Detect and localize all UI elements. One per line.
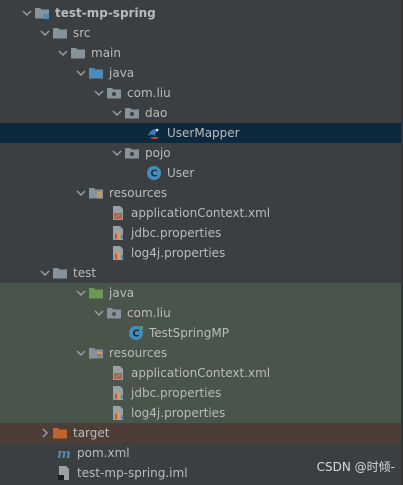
chevron-down-icon[interactable]	[92, 83, 106, 103]
folder-icon	[52, 265, 68, 281]
tree-item-label: pojo	[145, 146, 171, 160]
svg-text:m: m	[57, 447, 71, 461]
package-icon	[106, 85, 122, 101]
folder-icon	[52, 25, 68, 41]
tree-item-appctx-main[interactable]: applicationContext.xml	[0, 203, 403, 223]
tree-item-label: test	[73, 266, 97, 280]
chevron-down-icon[interactable]	[20, 3, 34, 23]
tree-item-usermapper[interactable]: UserMapper	[0, 123, 403, 143]
tree-item-main[interactable]: main	[0, 43, 403, 63]
tree-item-java-main[interactable]: java	[0, 63, 403, 83]
tree-item-test[interactable]: test	[0, 263, 403, 283]
folder-icon	[70, 45, 86, 61]
chevron-down-icon[interactable]	[110, 143, 124, 163]
chevron-right-icon[interactable]	[38, 423, 52, 443]
package-icon	[124, 105, 140, 121]
tree-item-label: UserMapper	[167, 126, 240, 140]
properties-file-icon	[110, 245, 126, 261]
tree-item-label: jdbc.properties	[131, 386, 222, 400]
chevron-down-icon[interactable]	[74, 63, 88, 83]
spring-xml-icon	[110, 365, 126, 381]
tree-item-label: dao	[145, 106, 168, 120]
tree-item-src[interactable]: src	[0, 23, 403, 43]
tree-item-appctx-test[interactable]: applicationContext.xml	[0, 363, 403, 383]
tree-item-pojo[interactable]: pojo	[0, 143, 403, 163]
tree-item-jdbc-main[interactable]: jdbc.properties	[0, 223, 403, 243]
excluded-folder-icon	[52, 425, 68, 441]
tree-item-label: TestSpringMP	[149, 326, 229, 340]
test-resources-folder-icon	[88, 345, 104, 361]
module-folder-icon	[34, 5, 50, 21]
chevron-down-icon[interactable]	[74, 183, 88, 203]
chevron-down-icon[interactable]	[38, 263, 52, 283]
svg-text:C: C	[132, 329, 139, 340]
svg-text:C: C	[150, 169, 157, 180]
tree-item-label: test-mp-spring.iml	[77, 466, 188, 480]
properties-file-icon	[110, 385, 126, 401]
tree-item-java-test[interactable]: java	[0, 283, 403, 303]
tree-item-label: log4j.properties	[131, 246, 226, 260]
iml-file-icon	[56, 465, 72, 481]
properties-file-icon	[110, 405, 126, 421]
tree-item-testspringmp[interactable]: C TestSpringMP	[0, 323, 403, 343]
tree-item-target[interactable]: target	[0, 423, 403, 443]
test-class-icon: C	[128, 325, 144, 341]
tree-item-label: main	[91, 46, 121, 60]
tree-item-label: test-mp-spring	[55, 6, 156, 20]
tree-item-label: com.liu	[127, 86, 171, 100]
tree-item-label: com.liu	[127, 306, 171, 320]
chevron-down-icon[interactable]	[92, 303, 106, 323]
tree-item-package-main[interactable]: com.liu	[0, 83, 403, 103]
package-icon	[106, 305, 122, 321]
tree-item-label: java	[109, 66, 135, 80]
project-tree: test-mp-spring src main java com.liu dao…	[0, 0, 403, 485]
tree-item-label: resources	[109, 186, 168, 200]
mybatis-interface-icon	[146, 125, 162, 141]
tree-item-label: java	[109, 286, 135, 300]
spring-xml-icon	[110, 205, 126, 221]
tree-item-label: User	[167, 166, 195, 180]
source-folder-icon	[88, 65, 104, 81]
tree-item-user[interactable]: C User	[0, 163, 403, 183]
tree-item-resources-test[interactable]: resources	[0, 343, 403, 363]
chevron-down-icon[interactable]	[74, 283, 88, 303]
tree-item-label: resources	[109, 346, 168, 360]
tree-item-label: jdbc.properties	[131, 226, 222, 240]
tree-item-resources-main[interactable]: resources	[0, 183, 403, 203]
tree-item-dao[interactable]: dao	[0, 103, 403, 123]
chevron-down-icon[interactable]	[110, 103, 124, 123]
tree-item-label: pom.xml	[77, 446, 130, 460]
watermark: CSDN @时倾-	[316, 460, 395, 474]
tree-item-package-test[interactable]: com.liu	[0, 303, 403, 323]
chevron-down-icon[interactable]	[74, 343, 88, 363]
class-icon: C	[146, 165, 162, 181]
resources-folder-icon	[88, 185, 104, 201]
tree-item-label: applicationContext.xml	[131, 206, 271, 220]
tree-item-label: applicationContext.xml	[131, 366, 271, 380]
tree-item-label: log4j.properties	[131, 406, 226, 420]
tree-item-project[interactable]: test-mp-spring	[0, 3, 403, 23]
tree-item-label: target	[73, 426, 110, 440]
chevron-down-icon[interactable]	[56, 43, 70, 63]
chevron-down-icon[interactable]	[38, 23, 52, 43]
properties-file-icon	[110, 225, 126, 241]
test-source-folder-icon	[88, 285, 104, 301]
tree-item-jdbc-test[interactable]: jdbc.properties	[0, 383, 403, 403]
package-icon	[124, 145, 140, 161]
maven-icon: m	[56, 445, 72, 461]
tree-item-log4j-test[interactable]: log4j.properties	[0, 403, 403, 423]
tree-item-log4j-main[interactable]: log4j.properties	[0, 243, 403, 263]
tree-item-label: src	[73, 26, 91, 40]
